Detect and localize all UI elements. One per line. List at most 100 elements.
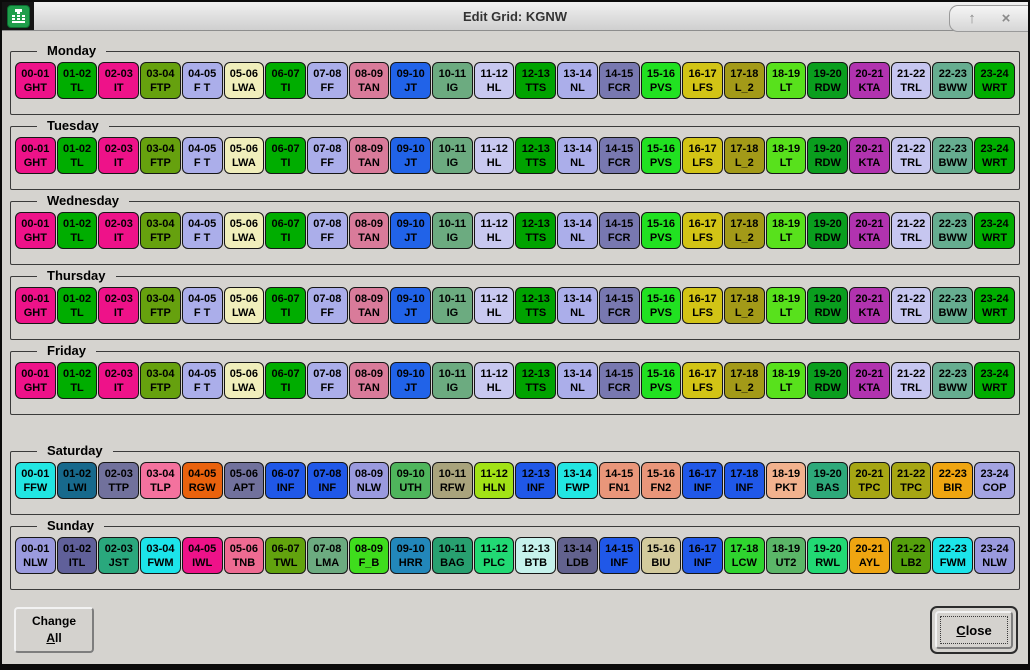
hour-cell[interactable]: 21-22TRL xyxy=(891,362,932,399)
hour-cell[interactable]: 20-21KTA xyxy=(849,287,890,324)
hour-cell[interactable]: 10-11IG xyxy=(432,362,473,399)
close-icon[interactable]: × xyxy=(994,9,1018,29)
hour-cell[interactable]: 05-06TNB xyxy=(224,537,265,574)
hour-cell[interactable]: 19-20RDW xyxy=(807,362,848,399)
hour-cell[interactable]: 18-19LT xyxy=(766,362,807,399)
hour-cell[interactable]: 16-17LFS xyxy=(682,137,723,174)
hour-cell[interactable]: 20-21KTA xyxy=(849,362,890,399)
hour-cell[interactable]: 14-15FCR xyxy=(599,62,640,99)
hour-cell[interactable]: 01-02TL xyxy=(57,137,98,174)
hour-cell[interactable]: 16-17INF xyxy=(682,537,723,574)
hour-cell[interactable]: 03-04FWM xyxy=(140,537,181,574)
hour-cell[interactable]: 03-04FTP xyxy=(140,287,181,324)
hour-cell[interactable]: 14-15FCR xyxy=(599,362,640,399)
hour-cell[interactable]: 01-02TL xyxy=(57,62,98,99)
hour-cell[interactable]: 22-23BWW xyxy=(932,362,973,399)
hour-cell[interactable]: 02-03IT xyxy=(98,137,139,174)
hour-cell[interactable]: 11-12HLN xyxy=(474,462,515,499)
hour-cell[interactable]: 03-04FTP xyxy=(140,137,181,174)
hour-cell[interactable]: 23-24WRT xyxy=(974,287,1015,324)
hour-cell[interactable]: 23-24COP xyxy=(974,462,1015,499)
hour-cell[interactable]: 07-08FF xyxy=(307,362,348,399)
maximize-icon[interactable]: ↑ xyxy=(960,9,984,29)
hour-cell[interactable]: 11-12HL xyxy=(474,137,515,174)
hour-cell[interactable]: 02-03IT xyxy=(98,287,139,324)
hour-cell[interactable]: 21-22TRL xyxy=(891,287,932,324)
hour-cell[interactable]: 21-22TRL xyxy=(891,212,932,249)
hour-cell[interactable]: 19-20BAS xyxy=(807,462,848,499)
hour-cell[interactable]: 17-18INF xyxy=(724,462,765,499)
hour-cell[interactable]: 16-17LFS xyxy=(682,362,723,399)
hour-cell[interactable]: 12-13BTB xyxy=(515,537,556,574)
hour-cell[interactable]: 04-05F T xyxy=(182,137,223,174)
hour-cell[interactable]: 01-02TL xyxy=(57,287,98,324)
hour-cell[interactable]: 23-24WRT xyxy=(974,362,1015,399)
hour-cell[interactable]: 22-23BWW xyxy=(932,62,973,99)
close-button[interactable]: Close xyxy=(935,611,1013,649)
hour-cell[interactable]: 20-21KTA xyxy=(849,62,890,99)
hour-cell[interactable]: 13-14NL xyxy=(557,212,598,249)
hour-cell[interactable]: 04-05RGW xyxy=(182,462,223,499)
hour-cell[interactable]: 02-03JST xyxy=(98,537,139,574)
hour-cell[interactable]: 04-05F T xyxy=(182,362,223,399)
hour-cell[interactable]: 14-15FN1 xyxy=(599,462,640,499)
hour-cell[interactable]: 07-08FF xyxy=(307,62,348,99)
hour-cell[interactable]: 17-18L_2 xyxy=(724,137,765,174)
hour-cell[interactable]: 09-10JT xyxy=(390,212,431,249)
hour-cell[interactable]: 07-08LMA xyxy=(307,537,348,574)
change-all-button[interactable]: ChangeAll xyxy=(14,607,94,653)
hour-cell[interactable]: 17-18L_2 xyxy=(724,362,765,399)
hour-cell[interactable]: 12-13TTS xyxy=(515,62,556,99)
hour-cell[interactable]: 01-02ITL xyxy=(57,537,98,574)
hour-cell[interactable]: 21-22TRL xyxy=(891,137,932,174)
hour-cell[interactable]: 19-20RDW xyxy=(807,212,848,249)
hour-cell[interactable]: 03-04TLP xyxy=(140,462,181,499)
hour-cell[interactable]: 12-13TTS xyxy=(515,212,556,249)
hour-cell[interactable]: 15-16PVS xyxy=(641,137,682,174)
hour-cell[interactable]: 08-09TAN xyxy=(349,137,390,174)
hour-cell[interactable]: 13-14LDB xyxy=(557,537,598,574)
hour-cell[interactable]: 19-20RDW xyxy=(807,62,848,99)
hour-cell[interactable]: 13-14NL xyxy=(557,362,598,399)
hour-cell[interactable]: 01-02TL xyxy=(57,212,98,249)
hour-cell[interactable]: 10-11RFW xyxy=(432,462,473,499)
hour-cell[interactable]: 12-13TTS xyxy=(515,137,556,174)
hour-cell[interactable]: 15-16FN2 xyxy=(641,462,682,499)
hour-cell[interactable]: 21-22LB2 xyxy=(891,537,932,574)
hour-cell[interactable]: 06-07TI xyxy=(265,62,306,99)
hour-cell[interactable]: 17-18L_2 xyxy=(724,212,765,249)
hour-cell[interactable]: 22-23BIR xyxy=(932,462,973,499)
hour-cell[interactable]: 13-14FWP xyxy=(557,462,598,499)
hour-cell[interactable]: 02-03IT xyxy=(98,212,139,249)
hour-cell[interactable]: 06-07TWL xyxy=(265,537,306,574)
hour-cell[interactable]: 09-10UTH xyxy=(390,462,431,499)
hour-cell[interactable]: 00-01GHT xyxy=(15,212,56,249)
hour-cell[interactable]: 22-23FWM xyxy=(932,537,973,574)
hour-cell[interactable]: 14-15FCR xyxy=(599,287,640,324)
hour-cell[interactable]: 00-01NLW xyxy=(15,537,56,574)
hour-cell[interactable]: 05-06LWA xyxy=(224,362,265,399)
hour-cell[interactable]: 13-14NL xyxy=(557,62,598,99)
hour-cell[interactable]: 13-14NL xyxy=(557,287,598,324)
hour-cell[interactable]: 18-19LT xyxy=(766,287,807,324)
hour-cell[interactable]: 02-03TTP xyxy=(98,462,139,499)
hour-cell[interactable]: 19-20RDW xyxy=(807,137,848,174)
hour-cell[interactable]: 09-10JT xyxy=(390,362,431,399)
hour-cell[interactable]: 15-16PVS xyxy=(641,62,682,99)
hour-cell[interactable]: 21-22TPC xyxy=(891,462,932,499)
hour-cell[interactable]: 17-18L_2 xyxy=(724,62,765,99)
hour-cell[interactable]: 18-19LT xyxy=(766,62,807,99)
hour-cell[interactable]: 10-11IG xyxy=(432,287,473,324)
hour-cell[interactable]: 23-24WRT xyxy=(974,137,1015,174)
hour-cell[interactable]: 10-11IG xyxy=(432,62,473,99)
hour-cell[interactable]: 06-07TI xyxy=(265,287,306,324)
hour-cell[interactable]: 00-01GHT xyxy=(15,62,56,99)
hour-cell[interactable]: 12-13INF xyxy=(515,462,556,499)
hour-cell[interactable]: 06-07TI xyxy=(265,137,306,174)
hour-cell[interactable]: 07-08INF xyxy=(307,462,348,499)
hour-cell[interactable]: 00-01FFW xyxy=(15,462,56,499)
hour-cell[interactable]: 04-05F T xyxy=(182,287,223,324)
hour-cell[interactable]: 15-16BIU xyxy=(641,537,682,574)
hour-cell[interactable]: 18-19LT xyxy=(766,212,807,249)
hour-cell[interactable]: 22-23BWW xyxy=(932,287,973,324)
